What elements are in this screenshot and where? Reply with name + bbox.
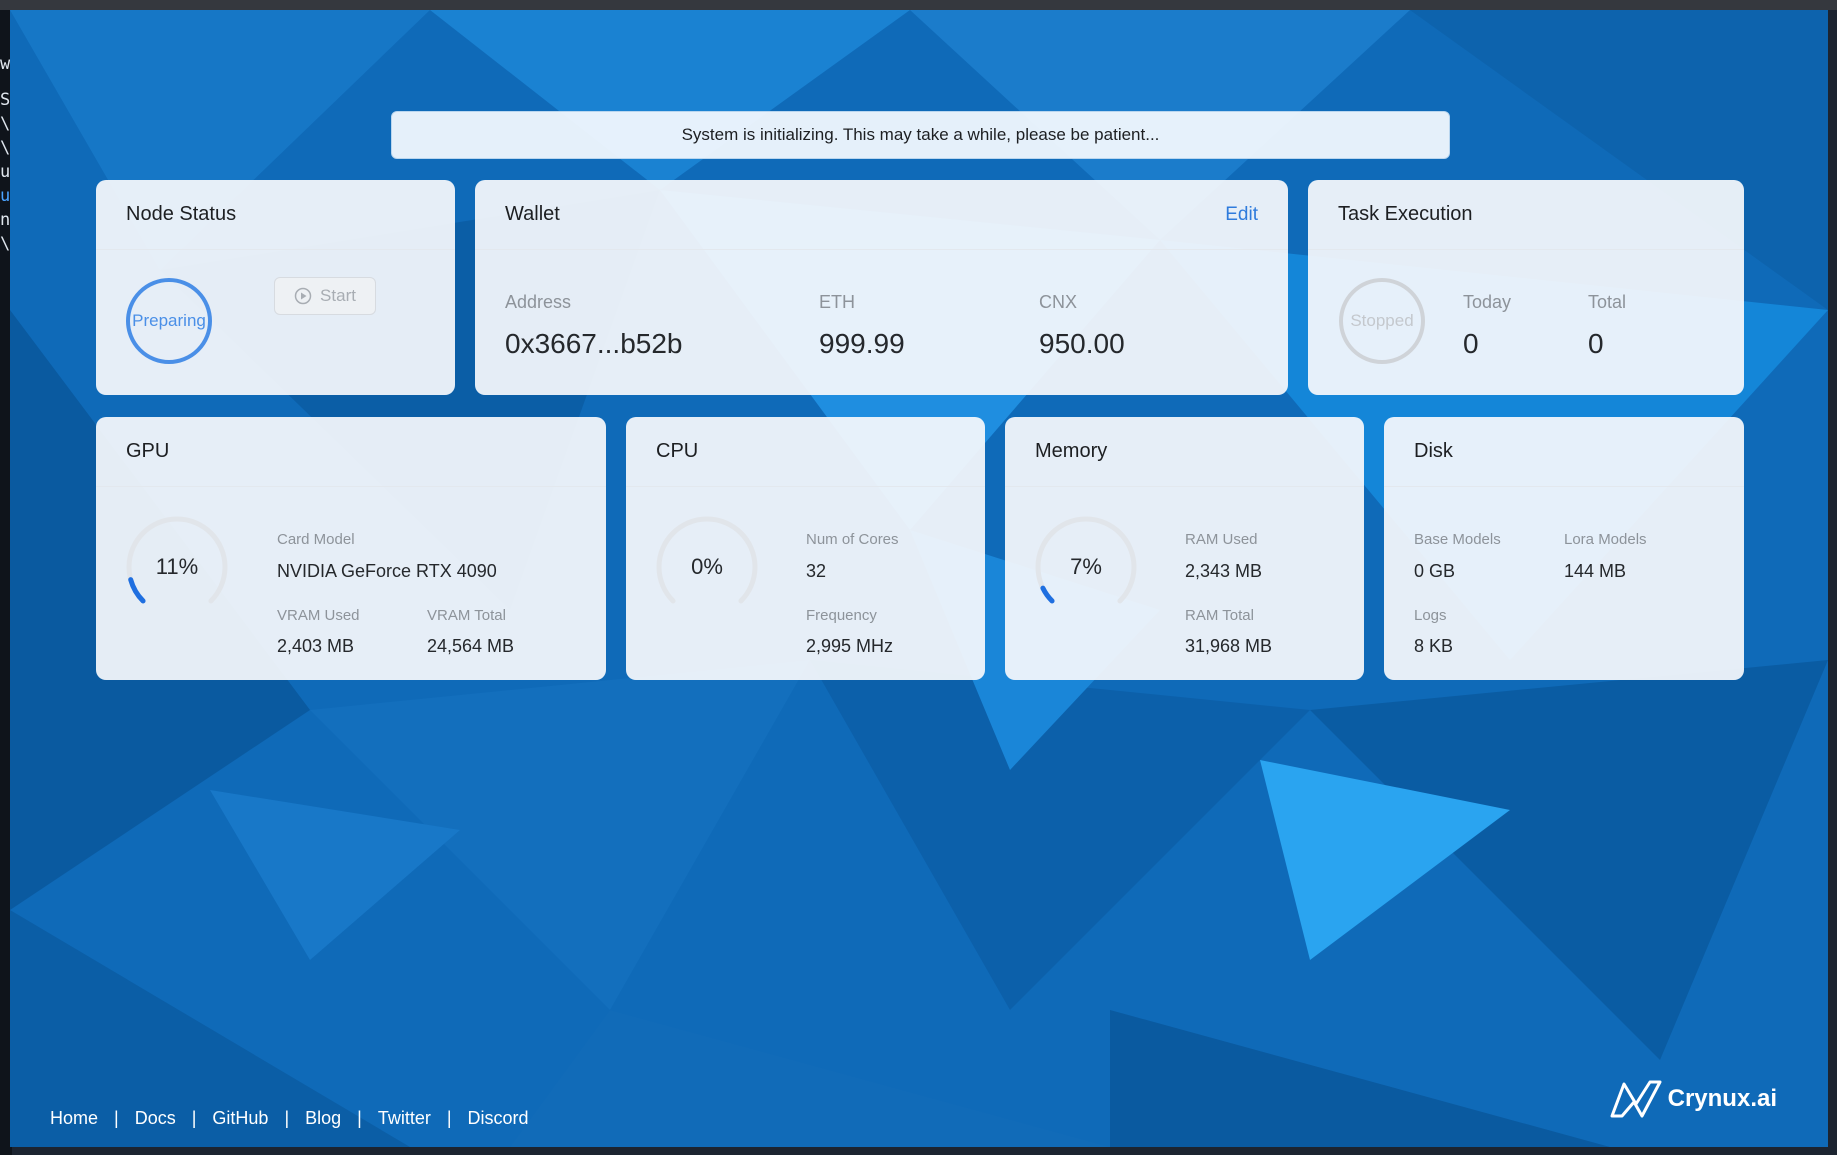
start-label: Start: [320, 286, 356, 305]
footer-link-discord[interactable]: Discord: [468, 1108, 529, 1129]
node-status-card: Node Status Preparing Start: [96, 180, 455, 395]
footer-separator: |: [446, 1107, 452, 1128]
terminal-char: u: [0, 162, 11, 182]
memory-usage-gauge: 7%: [1034, 515, 1138, 619]
footer-nav: Home | Docs | GitHub | Blog | Twitter | …: [50, 1100, 529, 1136]
today-value: 0: [1463, 328, 1479, 359]
vram-used-label: VRAM Used: [277, 607, 360, 624]
terminal-char: u: [0, 186, 11, 206]
lora-models-label: Lora Models: [1564, 531, 1647, 548]
initializing-notice: System is initializing. This may take a …: [391, 111, 1450, 159]
task-state-text: Stopped: [1350, 311, 1414, 330]
card-header: CPU: [626, 417, 985, 487]
node-state-text: Preparing: [132, 311, 206, 330]
eth-value: 999.99: [819, 328, 905, 359]
footer-separator: |: [284, 1107, 290, 1128]
logs-value: 8 KB: [1414, 636, 1454, 656]
card-header: Node Status: [96, 180, 455, 250]
card-title: Node Status: [126, 203, 237, 225]
footer-separator: |: [357, 1107, 362, 1128]
eth-label: ETH: [819, 292, 855, 312]
cores-value: 32: [806, 561, 827, 581]
cpu-usage-text: 0%: [691, 554, 723, 579]
gpu-card: GPU 11% Card Model NVIDIA GeForce RTX 40…: [96, 417, 606, 680]
ram-total-label: RAM Total: [1185, 607, 1254, 624]
card-header: Task Execution: [1308, 180, 1744, 250]
card-header: Memory: [1005, 417, 1364, 487]
card-header: Disk: [1384, 417, 1744, 487]
terminal-char: S: [0, 90, 11, 110]
disk-card: Disk Base Models 0 GB Lora Models 144 MB…: [1384, 417, 1744, 680]
cpu-card: CPU 0% Num of Cores 32 Frequency 2,995 M…: [626, 417, 985, 680]
brand-name: Crynux.ai: [1667, 1085, 1777, 1112]
footer-link-home[interactable]: Home: [50, 1108, 98, 1129]
terminal-char: \: [0, 114, 11, 134]
wallet-card: Wallet Edit Address 0x3667...b52b ETH 99…: [475, 180, 1288, 395]
terminal-char: w: [0, 54, 11, 74]
crynux-brand[interactable]: Crynux.ai: [1610, 1080, 1777, 1118]
footer-separator: |: [114, 1107, 119, 1128]
task-execution-card: Task Execution Stopped Today 0 Total 0: [1308, 180, 1744, 395]
footer-link-github[interactable]: GitHub: [212, 1108, 268, 1129]
frequency-label: Frequency: [806, 607, 877, 624]
terminal-char: \: [0, 138, 11, 158]
app-window: System is initializing. This may take a …: [10, 10, 1828, 1147]
ram-total-value: 31,968 MB: [1185, 636, 1273, 656]
ram-used-value: 2,343 MB: [1185, 561, 1263, 581]
ram-used-label: RAM Used: [1185, 531, 1258, 548]
logs-label: Logs: [1414, 607, 1447, 624]
card-header: GPU: [96, 417, 606, 487]
notice-text: System is initializing. This may take a …: [681, 125, 1160, 144]
total-value: 0: [1588, 328, 1604, 359]
cnx-value: 950.00: [1039, 328, 1125, 359]
crynux-logo-icon: [1610, 1080, 1662, 1118]
card-model-label: Card Model: [277, 531, 355, 548]
play-circle-icon: [294, 287, 312, 305]
card-title: CPU: [656, 440, 699, 462]
card-model-value: NVIDIA GeForce RTX 4090: [277, 561, 497, 581]
address-value: 0x3667...b52b: [505, 328, 683, 359]
cpu-usage-gauge: 0%: [655, 515, 759, 619]
terminal-char: \: [0, 234, 11, 254]
vram-total-value: 24,564 MB: [427, 636, 515, 656]
card-title: Memory: [1035, 440, 1108, 462]
base-models-label: Base Models: [1414, 531, 1501, 548]
address-label: Address: [505, 292, 572, 312]
card-title: GPU: [126, 440, 170, 462]
card-header: Wallet Edit: [475, 180, 1288, 250]
footer-link-blog[interactable]: Blog: [305, 1108, 341, 1129]
card-title: Task Execution: [1338, 203, 1473, 225]
gpu-usage-gauge: 11%: [125, 515, 229, 619]
lora-models-value: 144 MB: [1564, 561, 1627, 581]
node-state-ring: Preparing: [125, 277, 213, 365]
memory-card: Memory 7% RAM Used 2,343 MB RAM Total 31…: [1005, 417, 1364, 680]
vram-total-label: VRAM Total: [427, 607, 506, 624]
card-title: Disk: [1414, 440, 1453, 462]
gpu-usage-text: 11%: [155, 554, 199, 579]
card-title: Wallet: [505, 203, 560, 225]
terminal-char: n: [0, 210, 11, 230]
cores-label: Num of Cores: [806, 531, 899, 548]
total-label: Total: [1588, 292, 1627, 312]
footer-link-docs[interactable]: Docs: [135, 1108, 176, 1129]
start-button[interactable]: Start: [274, 277, 376, 315]
footer-link-twitter[interactable]: Twitter: [378, 1108, 431, 1129]
window-top-edge: [0, 0, 1837, 10]
footer-separator: |: [191, 1107, 197, 1128]
today-label: Today: [1463, 292, 1512, 312]
cnx-label: CNX: [1039, 292, 1078, 312]
memory-usage-text: 7%: [1070, 554, 1102, 579]
base-models-value: 0 GB: [1414, 561, 1456, 581]
frequency-value: 2,995 MHz: [806, 636, 894, 656]
vram-used-value: 2,403 MB: [277, 636, 355, 656]
task-state-ring: Stopped: [1338, 277, 1426, 365]
edit-wallet-link[interactable]: Edit: [1225, 204, 1258, 226]
